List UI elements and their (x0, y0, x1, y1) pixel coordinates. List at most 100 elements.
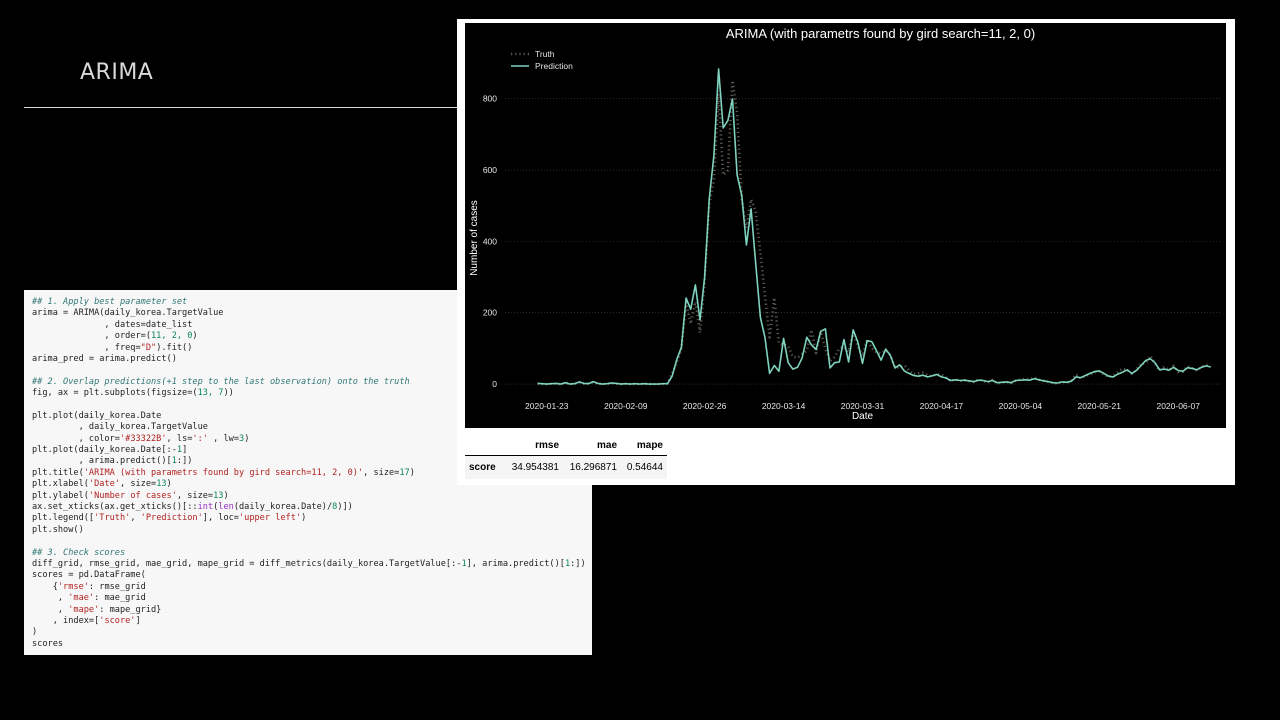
code-token: ## 3. Check scores (32, 547, 126, 558)
code-token: , dates=date_list (32, 319, 193, 330)
code-token: plt.ylabel( (32, 490, 89, 501)
code-token: 'mae' (68, 593, 95, 604)
code-token: ) (223, 490, 229, 501)
scores-col-header: mae (596, 440, 617, 451)
code-token: , (130, 513, 141, 524)
code-token: ) (192, 331, 198, 342)
code-token: ).fit() (156, 342, 193, 353)
code-token: scores (32, 638, 64, 649)
prediction-series-line (537, 68, 1211, 385)
scores-header-row: rmse mae mape (465, 435, 667, 456)
x-tick-label: 2020-03-31 (841, 401, 885, 411)
code-token: diff_grid, rmse_grid, mae_grid, mape_gri… (32, 558, 462, 569)
scores-col-header: mape (636, 440, 663, 451)
slide-title: ARIMA (80, 60, 154, 85)
legend-prediction-label: Prediction (535, 61, 573, 71)
x-tick-label: 2020-02-26 (683, 401, 727, 411)
code-line: scores (32, 639, 592, 650)
code-token: plt.title( (32, 467, 84, 478)
x-axis-label: Date (852, 411, 874, 422)
code-token: , (32, 604, 69, 615)
code-token: 11, 2, 0 (151, 331, 193, 342)
code-token: : mae_grid (94, 593, 146, 604)
code-token: 'rmse' (57, 581, 89, 592)
code-token: : mape_grid} (99, 604, 162, 615)
code-token: len (218, 502, 234, 513)
code-token: 'Date' (88, 479, 120, 490)
code-token: 'Number of cases' (88, 490, 177, 501)
code-token: ':' (192, 433, 208, 444)
code-token: ax.set_xticks(ax.get_xticks()[:: (32, 502, 198, 513)
code-token: , size= (119, 479, 157, 490)
code-token: ] (135, 615, 141, 626)
scores-cell: 34.954381 (511, 462, 559, 473)
x-tick-label: 2020-06-07 (1156, 401, 1200, 411)
code-token: plt.plot(daily_korea.Date[:- (32, 445, 177, 456)
code-token: , index=[ (32, 615, 100, 626)
code-token: )]) (337, 502, 353, 513)
x-tick-label: 2020-02-09 (604, 401, 648, 411)
code-token: (daily_korea.Date)/ (233, 502, 333, 513)
scores-cell: 0.54644 (626, 462, 663, 473)
code-token: , arima.predict()[ (32, 456, 172, 467)
code-token: 'score' (99, 615, 136, 626)
code-token: 13 (213, 490, 224, 501)
code-token: plt.xlabel( (32, 479, 89, 490)
code-token: plt.show() (32, 524, 84, 535)
code-token: , color= (32, 433, 120, 444)
title-divider (24, 107, 464, 108)
y-tick-label: 0 (492, 379, 497, 389)
code-line: ) (32, 627, 592, 638)
code-token: , daily_korea.TargetValue (32, 422, 208, 433)
code-line: plt.ylabel('Number of cases', size=13) (32, 491, 592, 502)
code-token: :]) (570, 558, 586, 569)
code-token: 'Prediction' (140, 513, 203, 524)
y-tick-label: 800 (483, 94, 497, 104)
code-token: ## 2. Overlap predictions(+1 step to the… (32, 376, 410, 387)
code-line: , 'mae': mae_grid (32, 593, 592, 604)
truth-series-line (537, 79, 1212, 386)
code-token: plt.plot(daily_korea.Date (32, 410, 162, 421)
code-line: plt.legend(['Truth', 'Prediction'], loc=… (32, 513, 592, 524)
chart-title: ARIMA (with parametrs found by gird sear… (726, 26, 1035, 41)
code-token: , lw= (207, 433, 239, 444)
legend-truth-label: Truth (535, 49, 555, 59)
chart: 0 200 400 600 800 2020-01-23 2020-02-09 2020-02… (465, 23, 1226, 428)
code-token: 13 (156, 479, 167, 490)
code-token: : rmse_grid (88, 581, 146, 592)
code-token: 17 (399, 467, 410, 478)
code-line: scores = pd.DataFrame( (32, 570, 592, 581)
code-token: , size= (176, 490, 214, 501)
code-token: ) (409, 467, 415, 478)
code-token: , (32, 593, 69, 604)
code-token: arima_pred = arima.predict() (32, 353, 177, 364)
scores-col-header: rmse (535, 440, 559, 451)
code-token: :]) (176, 456, 193, 467)
code-token: ] (182, 445, 188, 456)
code-token: ) (32, 627, 38, 638)
table-row: score 34.954381 16.296871 0.54644 (465, 455, 667, 479)
scores-row-index: score (469, 462, 496, 473)
code-token: { (32, 581, 58, 592)
y-axis-label: Number of cases (469, 200, 480, 276)
x-tick-label: 2020-01-23 (525, 401, 569, 411)
code-line: plt.show() (32, 525, 592, 536)
code-token: ) (244, 433, 250, 444)
chart-svg: 0 200 400 600 800 2020-01-23 2020-02-09 2020-02… (469, 26, 1220, 422)
code-token: fig, ax = plt.subplots(figsize=( (32, 388, 198, 399)
code-token: , order=( (32, 331, 151, 342)
code-token: 'upper left' (238, 513, 302, 524)
code-token: , freq= (32, 342, 141, 353)
code-token: ], loc= (202, 513, 239, 524)
scores-index-header (465, 435, 505, 456)
code-token: "D" (140, 342, 157, 353)
code-token: plt.legend([ (32, 513, 95, 524)
code-token: ], arima.predict()[ (466, 558, 565, 569)
code-token: ## 1. Apply best parameter set (32, 297, 188, 307)
code-line: ax.set_xticks(ax.get_xticks()[::int(len(… (32, 502, 592, 513)
x-tick-label: 2020-03-14 (762, 401, 806, 411)
code-token: scores = pd.DataFrame( (32, 570, 146, 581)
code-token: 'ARIMA (with parametrs found by gird sea… (83, 467, 364, 478)
code-token: int (197, 502, 214, 513)
